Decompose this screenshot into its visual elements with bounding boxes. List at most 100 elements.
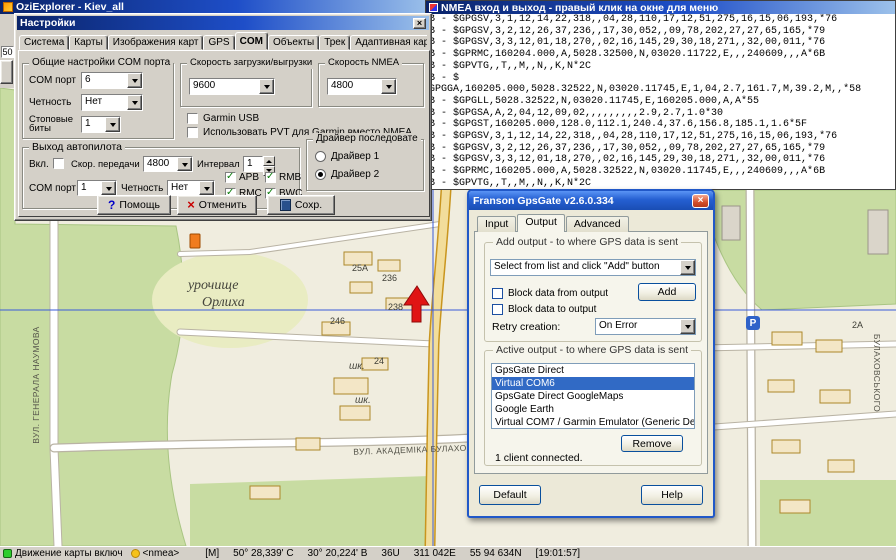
- add-button[interactable]: Add: [638, 283, 696, 301]
- list-item[interactable]: GpsGate Direct GoogleMaps: [492, 390, 694, 403]
- screen: урочище Орлиха шк. шк. ВУЛ. ГЕНЕРАЛА НАУ…: [0, 0, 896, 560]
- driver2-label: Драйвер 2: [331, 169, 379, 180]
- driver2-radio[interactable]: [315, 169, 326, 180]
- list-item-selected[interactable]: Virtual COM6: [492, 377, 694, 390]
- add-output-title: Add output - to where GPS data is sent: [493, 236, 681, 248]
- save-button[interactable]: Сохр.: [267, 195, 335, 215]
- nmea-window-icon: [429, 3, 438, 12]
- autopilot-interval-spinner[interactable]: 1: [243, 156, 275, 172]
- nmea-line: GPGGA,160205.000,5028.32522,N,03020.1174…: [426, 84, 895, 96]
- garmin-usb-checkbox[interactable]: [187, 113, 198, 124]
- map-street-bulakhovskogo-right: БУЛАХОВСЬКОГО: [872, 298, 882, 448]
- left-toolbar-button[interactable]: [0, 60, 13, 84]
- updown-speed-select[interactable]: 9600: [189, 78, 275, 95]
- apb-checkbox[interactable]: [225, 172, 236, 183]
- nmea-speed-title: Скорость NMEA: [325, 57, 402, 69]
- autopilot-speed-select[interactable]: 4800: [143, 156, 193, 172]
- map-house-number: 236: [382, 273, 397, 283]
- cancel-button[interactable]: Отменить: [177, 195, 257, 215]
- rmb-checkbox[interactable]: [265, 172, 276, 183]
- map-house-number: 238: [388, 302, 403, 312]
- settings-tab-page: Общие настройки COM порта COM порт 6 Чет…: [18, 50, 430, 217]
- tab-gps[interactable]: GPS: [203, 35, 234, 50]
- chevron-down-icon[interactable]: [199, 181, 214, 195]
- list-item[interactable]: Google Earth: [492, 403, 694, 416]
- autopilot-com-select[interactable]: 1: [77, 180, 117, 196]
- chevron-down-icon[interactable]: [680, 260, 695, 275]
- com-port-select[interactable]: 6: [81, 72, 143, 89]
- chevron-down-icon[interactable]: [259, 79, 274, 94]
- stopbits-select[interactable]: 1: [81, 116, 121, 133]
- nmea-speed-group: Скорость NMEA 4800: [318, 63, 424, 107]
- block-to-checkbox[interactable]: [492, 304, 503, 315]
- tab-com[interactable]: COM: [235, 32, 268, 50]
- updown-speed-title: Скорость загрузки/выгрузки: [187, 57, 315, 69]
- pvt-checkbox[interactable]: [187, 127, 198, 138]
- tab-trek[interactable]: Трек: [319, 35, 350, 50]
- autopilot-parity-select[interactable]: Нет: [167, 180, 215, 196]
- autopilot-group-title: Выход автопилота: [29, 141, 125, 153]
- nmea-window-titlebar[interactable]: NMEA вход и выход - правый клик на окне …: [426, 1, 895, 14]
- tab-output[interactable]: Output: [517, 214, 565, 232]
- chevron-down-icon[interactable]: [101, 181, 116, 195]
- chevron-down-icon[interactable]: [680, 319, 695, 334]
- parity-select[interactable]: Нет: [81, 94, 143, 111]
- com-port-group: Общие настройки COM порта COM порт 6 Чет…: [22, 63, 174, 139]
- map-street-naumova: ВУЛ. ГЕНЕРАЛА НАУМОВА: [31, 310, 41, 460]
- ozi-window-title: OziExplorer - Kiev_all: [16, 1, 124, 13]
- tab-obekty[interactable]: Объекты: [268, 35, 319, 50]
- chevron-down-icon[interactable]: [177, 157, 192, 171]
- chevron-down-icon[interactable]: [127, 95, 142, 110]
- map-label-school-2: шк.: [355, 395, 371, 406]
- tab-karty[interactable]: Карты: [69, 35, 108, 50]
- nmea-log[interactable]: B - $GPGSV,3,1,12,14,22,318,,04,28,110,1…: [426, 14, 895, 189]
- close-icon[interactable]: [692, 194, 709, 208]
- tab-sistema[interactable]: Система: [19, 35, 69, 50]
- tab-adaptivnaya-karta[interactable]: Адаптивная карта: [350, 35, 427, 50]
- tab-izobrazheniya-kart[interactable]: Изображения карт: [108, 35, 204, 50]
- nmea-line: B - $GPGSV,3,3,12,01,18,270,,02,16,145,2…: [426, 37, 895, 49]
- tab-advanced[interactable]: Advanced: [566, 216, 629, 232]
- left-toolbar-fragment: 50: [0, 14, 15, 88]
- active-output-title: Active output - to where GPS data is sen…: [493, 344, 691, 356]
- nmea-speed-select[interactable]: 4800: [327, 78, 397, 95]
- settings-titlebar[interactable]: Настройки: [17, 16, 429, 30]
- nmea-line: B - $GPRMC,160204.000,A,5028.32500,N,030…: [426, 49, 895, 61]
- chevron-down-icon[interactable]: [381, 79, 396, 94]
- tab-input[interactable]: Input: [477, 216, 516, 232]
- nmea-line: B - $GPGLL,5028.32522,N,03020.11745,E,16…: [426, 96, 895, 108]
- datum-indicator: [M]: [205, 548, 219, 559]
- utm-zone: 36U: [381, 548, 399, 559]
- waypoint-marker-icon[interactable]: [190, 234, 200, 248]
- client-status: 1 client connected.: [495, 452, 583, 464]
- map-label-school-1: шк.: [349, 361, 365, 372]
- add-output-select[interactable]: Select from list and click "Add" button: [490, 259, 696, 276]
- remove-button[interactable]: Remove: [621, 435, 683, 452]
- updown-speed-group: Скорость загрузки/выгрузки 9600: [180, 63, 312, 107]
- nmea-line: B - $GPGSV,3,2,12,26,37,236,,17,30,052,,…: [426, 26, 895, 38]
- ozi-window-titlebar[interactable]: OziExplorer - Kiev_all: [0, 0, 430, 14]
- retry-select[interactable]: On Error: [595, 318, 696, 335]
- garmin-usb-label: Garmin USB: [203, 113, 259, 124]
- close-icon[interactable]: [413, 18, 426, 29]
- latitude-readout: 50° 28,339' С: [233, 548, 293, 559]
- block-to-label: Block data to output: [508, 304, 596, 315]
- nmea-line: B - $GPGSV,3,1,12,14,22,318,,04,28,110,1…: [426, 131, 895, 143]
- help-button[interactable]: Помощь: [97, 195, 171, 215]
- settings-title: Настройки: [20, 17, 75, 29]
- driver1-radio[interactable]: [315, 151, 326, 162]
- list-item[interactable]: GpsGate Direct: [492, 364, 694, 377]
- gpsgate-dialog: Franson GpsGate v2.6.0.334 Input Output …: [467, 189, 715, 518]
- list-item[interactable]: Virtual COM7 / Garmin Emulator (Generic …: [492, 416, 694, 429]
- chevron-down-icon[interactable]: [105, 117, 120, 132]
- block-from-checkbox[interactable]: [492, 288, 503, 299]
- gpsgate-titlebar[interactable]: Franson GpsGate v2.6.0.334: [469, 191, 713, 210]
- gpsgate-help-button[interactable]: Help: [641, 485, 703, 505]
- parking-icon: P: [746, 316, 760, 330]
- active-output-list[interactable]: GpsGate Direct Virtual COM6 GpsGate Dire…: [491, 363, 695, 429]
- ozi-app-icon: [3, 2, 13, 12]
- chevron-down-icon[interactable]: [127, 73, 142, 88]
- spin-up-icon[interactable]: [263, 156, 275, 166]
- default-button[interactable]: Default: [479, 485, 541, 505]
- autopilot-on-checkbox[interactable]: [53, 158, 64, 169]
